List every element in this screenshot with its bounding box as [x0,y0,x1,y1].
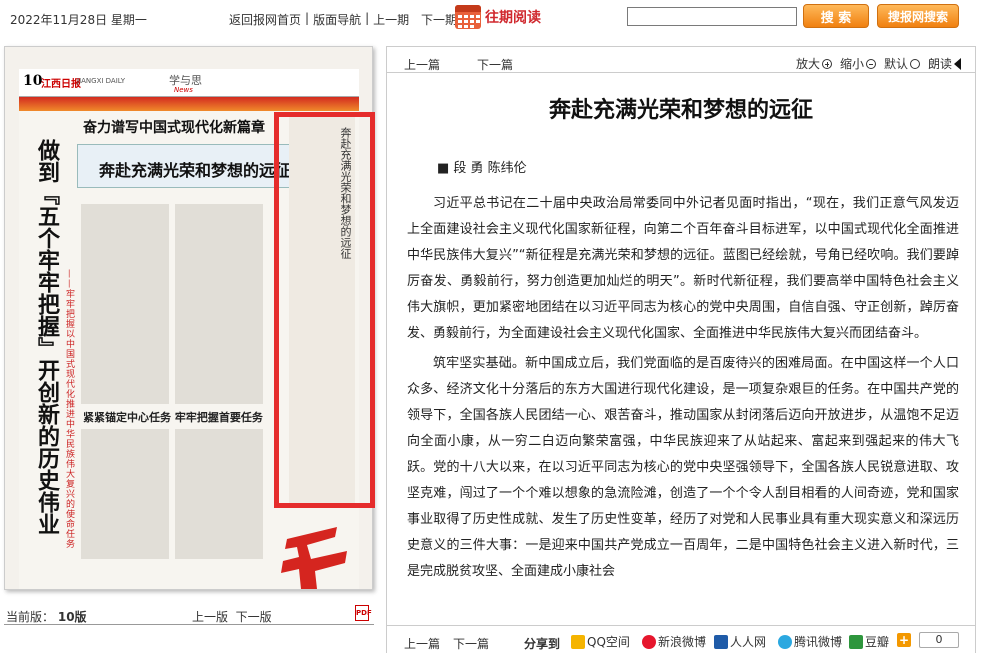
site-search-button[interactable]: 搜报网搜索 [877,4,959,28]
share-count: 0 [919,632,959,648]
qzone-icon [571,634,585,649]
share-weibo[interactable]: 新浪微博 [642,633,706,650]
page-nav-link[interactable]: 版面导航 [313,11,361,28]
share-label: 分享到 [524,637,561,651]
share-qzone[interactable]: QQ空间 [571,633,630,650]
paper-box-title: 奔赴充满光荣和梦想的远征 [99,161,292,180]
minus-icon [865,58,876,69]
top-bar: 2022年11月28日 星期一 返回报网首页| 版面导航| 上一期 下一期| 往… [0,0,984,36]
paper-big-title: 做到『五个牢牢把握』开创新的历史伟业 [34,139,60,535]
paper-red-brush-graphic [281,527,347,589]
weibo-icon [642,634,656,649]
circle-icon [909,58,920,69]
read-aloud-button[interactable]: 朗读 [928,55,961,72]
douban-icon [849,634,863,649]
highlight-article-area[interactable] [274,112,375,508]
pdf-icon[interactable]: PDF [355,605,372,621]
search-input[interactable] [627,7,797,26]
share-renren[interactable]: 人人网 [714,633,766,650]
prev-article-bottom-link[interactable]: 上一篇 [404,635,440,652]
prev-page-link[interactable]: 上一版 [192,610,228,624]
past-issues-link[interactable]: 往期阅读 [455,5,541,29]
current-page-indicator: 当前版： 10版 [6,610,87,624]
speaker-icon [954,57,961,70]
share-more[interactable]: + [897,633,911,647]
prev-issue-link[interactable]: 上一期 [373,11,409,28]
paper-section-en: News [174,86,193,94]
article-footer: 上一篇 下一篇 分享到 QQ空间 新浪微博 人人网 腾讯微博 豆瓣 + 0 [387,625,975,653]
current-page-value: 10版 [57,610,87,624]
search-button[interactable]: 搜 索 [803,4,869,28]
current-date: 2022年11月28日 星期一 [10,13,147,27]
share-tencent-weibo[interactable]: 腾讯微博 [778,633,842,650]
article-paragraph: 筑牢坚实基础。新中国成立后，我们党面临的是百废待兴的困难局面。在中国这样一个人口… [407,356,959,579]
zoom-in-button[interactable]: 放大 [796,55,832,72]
paper-headline-2: 紧紧锚定中心任务 牢牢把握首要任务 [83,411,263,424]
tencent-weibo-icon [778,634,792,649]
top-nav: 返回报网首页| 版面导航| 上一期 下一期| [229,11,465,28]
home-link[interactable]: 返回报网首页 [229,11,301,28]
share-douban[interactable]: 豆瓣 [849,633,889,650]
paper-header: 10 江西日报 JIANGXI DAILY 学与思 News [19,69,359,97]
renren-icon [714,634,728,649]
default-size-button[interactable]: 默认 [884,55,920,72]
left-divider [4,624,374,625]
next-article-bottom-link[interactable]: 下一篇 [453,635,489,652]
next-article-link[interactable]: 下一篇 [477,56,513,73]
article-title: 奔赴充满光荣和梦想的远征 [548,97,813,123]
article-toolbar: 上一篇 下一篇 放大 缩小 默认 朗读 [387,47,975,73]
paper-page-number: 10 [23,73,43,89]
article-body: 习近平总书记在二十届中央政治局常委同中外记者见面时指出，“现在，我们正意气风发迈… [407,191,959,589]
paper-headline-top: 奋力谱写中国式现代化新篇章 [83,120,265,136]
next-page-link[interactable]: 下一版 [236,610,272,624]
paper-red-band [19,97,359,111]
next-issue-link[interactable]: 下一期 [421,11,457,28]
calendar-icon [455,5,481,29]
article-panel: 上一篇 下一篇 放大 缩小 默认 朗读 奔赴充满光荣和梦想的远征 ■ 段 勇 陈… [386,46,976,653]
article-author: ■ 段 勇 陈纬伦 [437,161,527,176]
article-paragraph: 习近平总书记在二十届中央政治局常委同中外记者见面时指出，“现在，我们正意气风发迈… [407,196,959,341]
page-pager: 上一版 下一版 [192,608,272,625]
text-tools: 放大 缩小 默认 朗读 [796,55,961,72]
plus-icon [821,58,832,69]
paper-masthead-en: JIANGXI DAILY [77,77,126,85]
paper-masthead: 江西日报 [41,79,81,90]
zoom-out-button[interactable]: 缩小 [840,55,876,72]
prev-article-link[interactable]: 上一篇 [404,56,440,73]
paper-big-subtitle: ——牢牢把握以中国式现代化推进中华民族伟大复兴的使命任务 [64,269,74,549]
plus-icon: + [897,633,911,647]
past-issues-label: 往期阅读 [485,10,541,26]
